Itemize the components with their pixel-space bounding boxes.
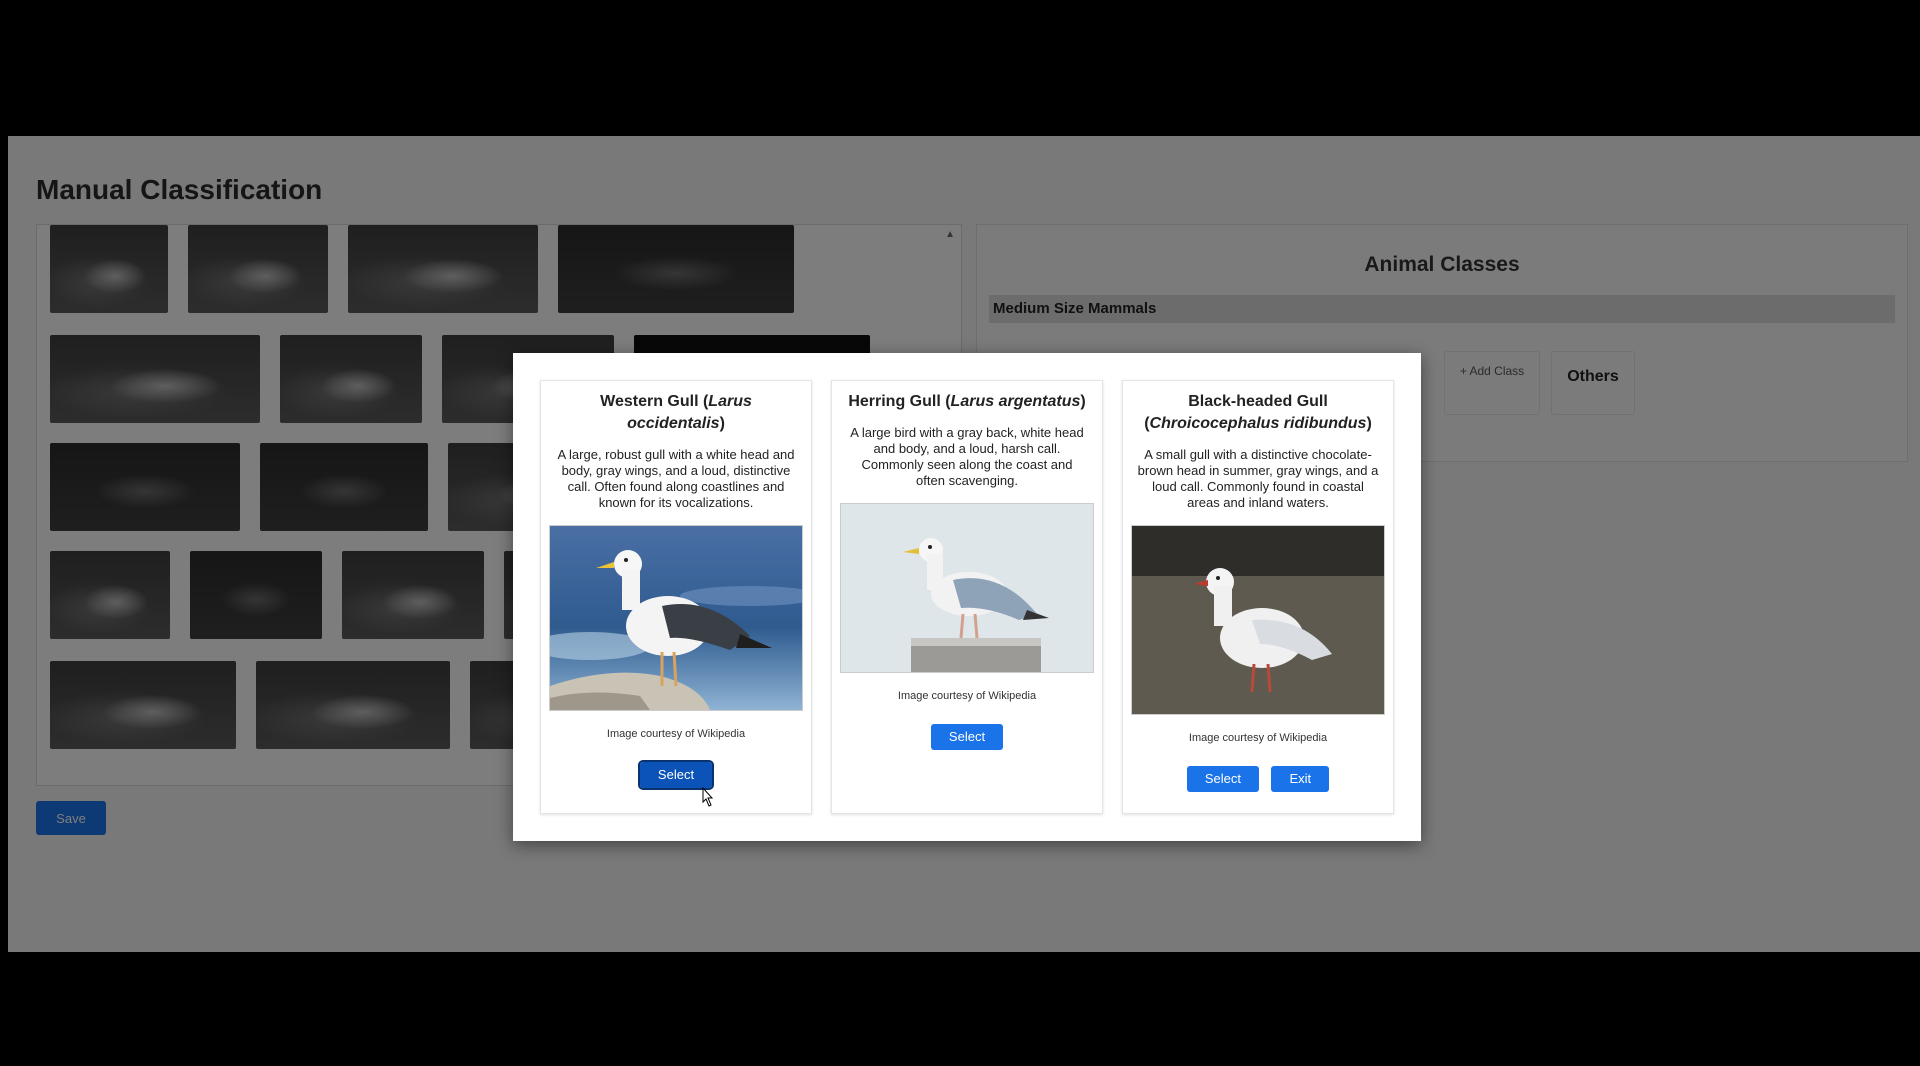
mouse-pointer-icon — [702, 786, 714, 807]
card-actions: Select — [541, 760, 811, 790]
select-button[interactable]: Select — [930, 724, 1004, 750]
image-credit: Image courtesy of Wikipedia — [606, 728, 746, 740]
select-button[interactable]: Select — [637, 760, 715, 790]
species-name-close: ) — [719, 415, 725, 432]
species-description: A large bird with a gray back, white hea… — [850, 425, 1084, 488]
species-common-name: Western Gull ( — [600, 393, 709, 410]
herring-gull-image — [840, 503, 1094, 673]
black-headed-gull-image — [1131, 525, 1385, 715]
exit-button[interactable]: Exit — [1271, 766, 1330, 792]
species-description: A small gull with a distinctive chocolat… — [1137, 447, 1379, 510]
species-selection-modal: Western Gull (Larus occidentalis) A larg… — [513, 353, 1421, 841]
species-name: Herring Gull (Larus argentatus) — [846, 391, 1088, 413]
species-name: Western Gull (Larus occidentalis) — [555, 391, 797, 435]
species-card-herring-gull: Herring Gull (Larus argentatus) A large … — [831, 380, 1103, 814]
image-credit: Image courtesy of Wikipedia — [897, 690, 1037, 702]
species-name-close: ) — [1366, 415, 1372, 432]
species-card-western-gull: Western Gull (Larus occidentalis) A larg… — [530, 380, 820, 814]
card-actions: Select — [832, 724, 1102, 750]
image-credit: Image courtesy of Wikipedia — [1188, 732, 1328, 744]
western-gull-image — [530, 525, 820, 711]
select-button[interactable]: Select — [1186, 766, 1259, 792]
species-description: A large, robust gull with a white head a… — [557, 447, 795, 510]
card-actions: Select Exit — [1123, 766, 1393, 792]
species-scientific-name: Chroicocephalus ridibundus — [1149, 415, 1367, 432]
species-name: Black-headed Gull (Chroicocephalus ridib… — [1137, 391, 1379, 435]
species-common-name: Herring Gull ( — [848, 393, 951, 410]
species-name-close: ) — [1080, 393, 1086, 410]
species-scientific-name: Larus argentatus — [950, 393, 1081, 410]
species-card-black-headed-gull: Black-headed Gull (Chroicocephalus ridib… — [1122, 380, 1394, 814]
